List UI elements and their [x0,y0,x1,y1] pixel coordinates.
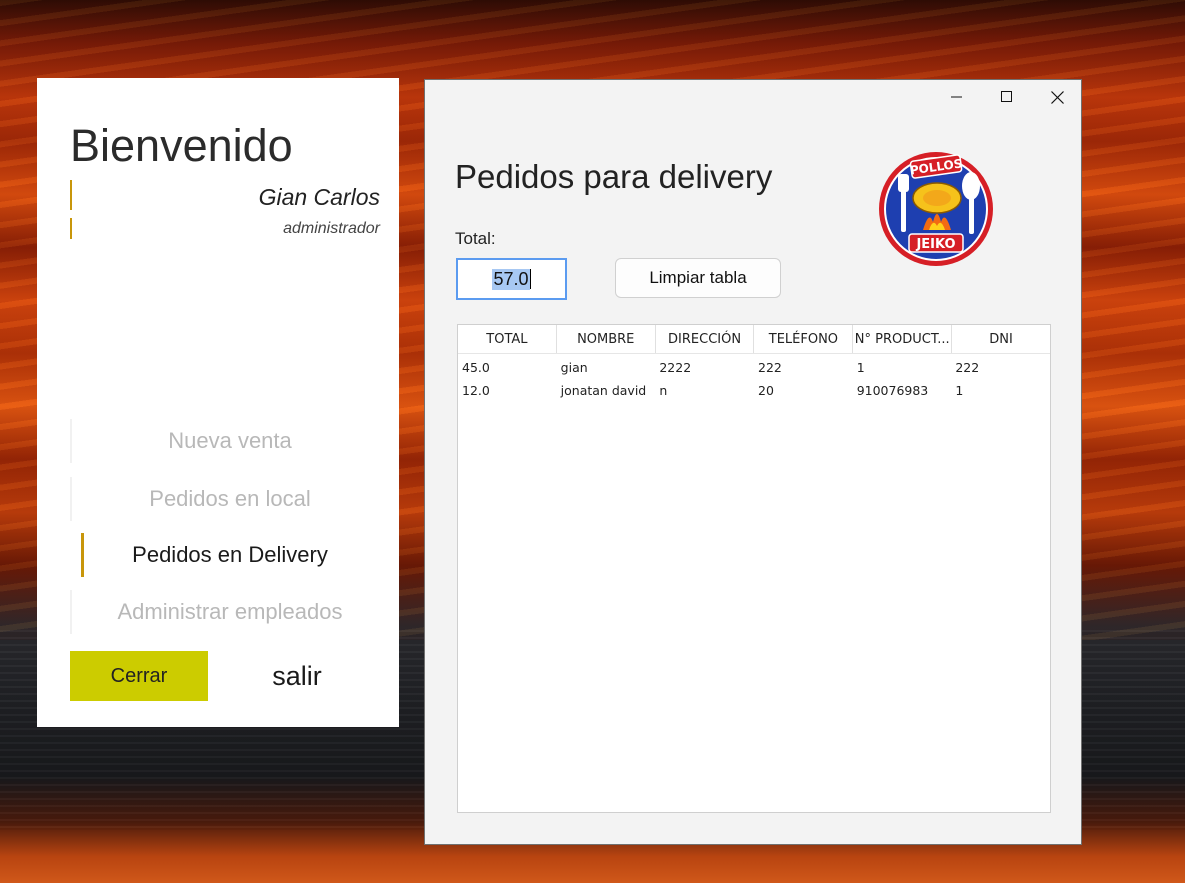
user-name: Gian Carlos [258,184,380,210]
table-cell: 45.0 [462,360,490,375]
table-cell: gian [560,360,588,375]
user-role-accent [70,218,72,239]
table-row[interactable]: 12.0 jonatan david n 20 910076983 1 [458,379,1050,402]
table-cell: 2222 [659,360,692,375]
exit-button[interactable]: salir [237,651,357,701]
welcome-heading: Bienvenido [70,120,293,171]
maximize-icon [1001,91,1012,102]
table-row[interactable]: 45.0 gian 2222 222 1 222 [458,356,1050,379]
table-cell: jonatan david [560,383,647,398]
total-value: 57.0 [492,268,530,290]
pollos-jeiko-logo: POLLOS JEIKO [879,152,993,266]
table-body: 45.0 gian 2222 222 1 222 12.0 jonatan david n 20 9… [458,354,1050,402]
nav-item-pedidos-delivery[interactable]: Pedidos en Delivery [70,533,390,577]
table-cell: n [659,383,668,398]
table-cell: 1 [856,360,865,375]
minimize-button[interactable] [932,80,982,114]
close-icon [1050,90,1064,104]
minimize-icon [951,96,962,98]
user-name-accent [70,180,72,210]
column-header[interactable]: NOMBRE [557,325,656,353]
table-cell: 222 [758,360,782,375]
column-header[interactable]: TELÉFONO [754,325,854,353]
delivery-orders-window: Pedidos para delivery Total: 57.0 Limpia… [424,79,1082,845]
table-cell: 1 [955,383,964,398]
column-header[interactable]: TOTAL [458,325,557,353]
page-title: Pedidos para delivery [455,158,773,195]
user-role: administrador [283,220,380,237]
nav-item-label: Nueva venta [168,428,292,453]
table-cell: 910076983 [856,383,929,398]
close-button[interactable]: Cerrar [70,651,208,701]
total-field[interactable]: 57.0 [456,258,567,300]
table-cell: 222 [955,360,980,375]
column-header[interactable]: DNI [952,325,1050,353]
table-cell: 20 [758,383,774,398]
delivery-orders-table[interactable]: TOTAL NOMBRE DIRECCIÓN TELÉFONO N° PRODUCT..… [457,324,1051,813]
logo-bottom-text: JEIKO [915,237,955,252]
nav-item-label: Pedidos en Delivery [132,542,328,567]
nav-item-administrar-empleados[interactable]: Administrar empleados [70,590,390,634]
nav-item-label: Pedidos en local [149,486,311,511]
maximize-button[interactable] [982,80,1032,114]
nav-item-nueva-venta[interactable]: Nueva venta [70,419,390,463]
nav-item-label: Administrar empleados [117,599,343,624]
sidebar-panel: Bienvenido Gian Carlos administrador Nue… [37,78,399,727]
total-label: Total: [455,229,496,248]
nav-item-pedidos-local[interactable]: Pedidos en local [70,477,390,521]
column-header[interactable]: N° PRODUCT... [853,325,953,353]
table-header: TOTAL NOMBRE DIRECCIÓN TELÉFONO N° PRODUCT..… [458,325,1050,354]
table-cell: 12.0 [462,383,490,398]
close-window-button[interactable] [1032,80,1082,114]
clear-table-button[interactable]: Limpiar tabla [615,258,781,298]
column-header[interactable]: DIRECCIÓN [656,325,755,353]
